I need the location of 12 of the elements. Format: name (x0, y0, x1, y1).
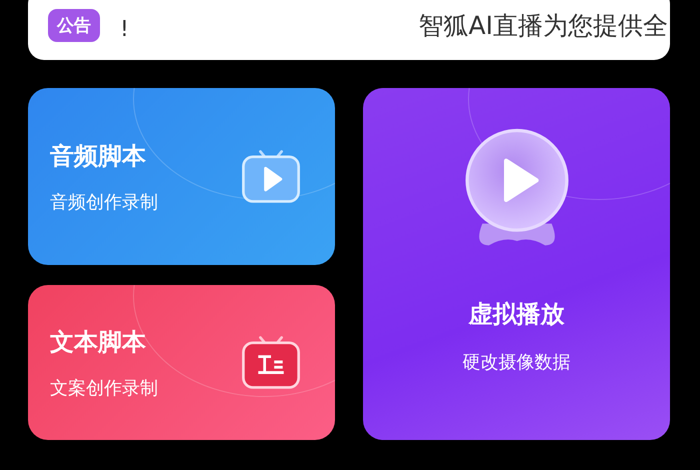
card-subtitle: 硬改摄像数据 (462, 351, 570, 374)
notice-badge: 公告 (48, 9, 100, 42)
feature-card[interactable]: 文本脚本 文案创作录制 (28, 285, 335, 440)
notice-text: 智狐AI直播为您提供全 (418, 10, 669, 42)
card-title: 音频脚本 (50, 140, 147, 172)
card-title: 虚拟播放 (468, 299, 564, 330)
card-subtitle: 文案创作录制 (50, 376, 158, 400)
feature-card[interactable]: 虚拟播放 硬改摄像数据 (363, 88, 670, 440)
feature-card[interactable]: 音频脚本 音频创作录制 (28, 88, 335, 265)
card-title: 文本脚本 (50, 326, 147, 358)
card-subtitle: 音频创作录制 (50, 190, 158, 214)
notice-text: ! (120, 17, 129, 42)
